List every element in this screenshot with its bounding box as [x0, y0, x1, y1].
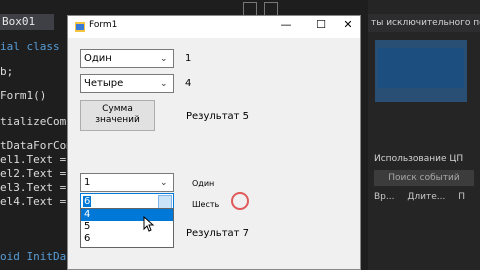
sum-values-button[interactable]: Сумма значений	[80, 100, 155, 131]
combo-value: Один	[84, 53, 112, 64]
column-header[interactable]: Вр...	[374, 192, 394, 202]
result-label-1: Результат 5	[186, 111, 250, 122]
memory-graph-fill	[378, 48, 464, 88]
dropdown-option[interactable]: 6	[81, 233, 173, 245]
sum-button-line1: Сумма	[102, 104, 133, 114]
window-title: Form1	[89, 20, 118, 30]
title-bar[interactable]: Form1 — ☐ ✕	[68, 16, 360, 38]
search-events-input[interactable]: Поиск событий	[374, 170, 474, 186]
label-4: Шесть	[192, 200, 220, 209]
sum-button-line2: значений	[95, 115, 140, 125]
column-header[interactable]: П	[458, 192, 465, 202]
ide-toolbar-button[interactable]	[264, 2, 278, 16]
events-columns: Вр... Длите... П	[374, 192, 480, 206]
combo-dropdown-list: 4 5 6	[80, 208, 174, 248]
form-icon	[75, 22, 85, 32]
column-header[interactable]: Длите...	[407, 192, 445, 202]
close-button[interactable]: ✕	[336, 18, 360, 36]
chevron-down-icon[interactable]: ⌄	[160, 178, 170, 188]
combo-selected-value: 6	[83, 196, 92, 207]
combo-box-1[interactable]: Один ⌄	[80, 49, 174, 68]
editor-tab[interactable]: Box01	[0, 14, 54, 30]
combo-box-2[interactable]: Четыре ⌄	[80, 74, 174, 93]
combo-value: 1	[84, 177, 91, 188]
minimize-button[interactable]: —	[274, 18, 298, 36]
result-label-2: Результат 7	[186, 228, 250, 239]
mouse-cursor-icon	[143, 216, 155, 232]
label-3: Один	[192, 179, 215, 188]
combo-value: Четыре	[84, 78, 124, 89]
dropdown-option[interactable]: 5	[81, 221, 173, 233]
combo-box-3[interactable]: 1 ⌄	[80, 173, 174, 192]
diagnostics-header: ты исключительного пользова	[368, 14, 480, 32]
label-1: 1	[185, 53, 192, 64]
chevron-down-icon[interactable]: ⌄	[160, 54, 170, 64]
maximize-button[interactable]: ☐	[309, 18, 333, 36]
code-line: b;	[0, 65, 14, 78]
dropdown-option[interactable]: 4	[81, 209, 173, 221]
chevron-down-icon[interactable]: ⌄	[160, 79, 170, 89]
form-window: Form1 — ☐ ✕ Один ⌄ 1 Четыре ⌄ 4 Сумма зн…	[67, 15, 361, 270]
cpu-usage-tab[interactable]: Использование ЦП	[374, 154, 463, 164]
highlight-circle	[231, 192, 249, 210]
code-line: Form1()	[0, 89, 47, 102]
label-2: 4	[185, 78, 192, 89]
ide-toolbar-button[interactable]	[243, 2, 257, 16]
